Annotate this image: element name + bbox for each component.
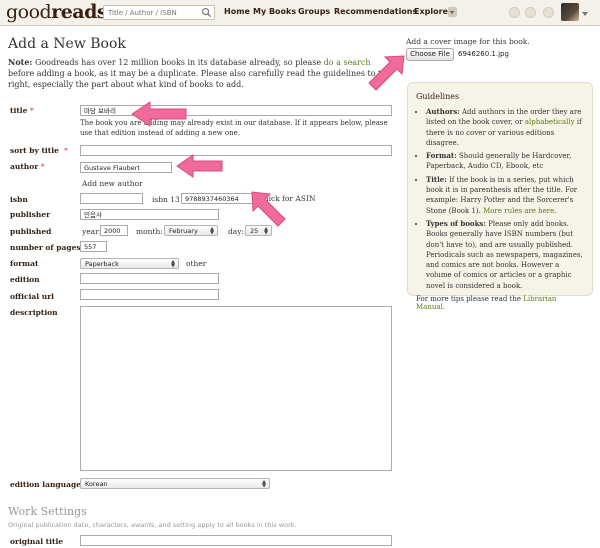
search-box[interactable] — [103, 5, 215, 20]
work-settings-heading: Work Settings — [8, 505, 87, 518]
edition-label: edition — [10, 275, 40, 284]
isbn-input[interactable] — [80, 193, 143, 204]
nav-recommendations[interactable]: Recommendations — [334, 7, 417, 16]
search-icon[interactable] — [201, 7, 212, 18]
guideline-types: Types of books: Please only add books. B… — [426, 219, 584, 291]
pink-arrow-annotation — [251, 191, 286, 227]
isbn-label: isbn — [10, 195, 28, 204]
publisher-label: publisher — [10, 210, 51, 219]
select-arrows-icon: ▲ ▼ — [264, 226, 268, 236]
goodreads-logo[interactable]: goodreads — [6, 1, 108, 23]
cover-image-label: Add a cover image for this book. — [406, 37, 530, 46]
pink-arrow-annotation — [131, 101, 187, 127]
month-select[interactable]: February ▲ ▼ — [164, 225, 218, 236]
guidelines-box: Guidelines Authors: Add authors in the o… — [407, 82, 593, 311]
official-url-input[interactable] — [80, 289, 219, 300]
edition-input[interactable] — [80, 273, 219, 284]
chevron-down-icon[interactable] — [582, 12, 588, 16]
avatar[interactable] — [561, 3, 579, 21]
select-arrows-icon: ▲ ▼ — [210, 226, 214, 236]
messages-icon[interactable] — [525, 7, 536, 18]
nav-explore[interactable]: Explore — [414, 7, 448, 16]
isbn13-label: isbn 13 — [152, 195, 180, 204]
edition-language-label: edition language — [10, 480, 81, 489]
guideline-title: Title: If the book is in a series, put w… — [426, 175, 584, 216]
nav-home[interactable]: Home — [224, 7, 250, 16]
more-rules-link[interactable]: More rules are here. — [483, 207, 556, 215]
add-new-author-link[interactable]: Add new author — [82, 179, 143, 188]
select-arrows-icon: ▲ ▼ — [262, 479, 266, 489]
notifications-icon[interactable] — [509, 7, 520, 18]
pink-arrow-annotation — [176, 154, 223, 178]
format-label: format — [10, 259, 39, 268]
published-label: published — [10, 227, 52, 236]
search-link[interactable]: do a search — [324, 58, 371, 67]
author-input[interactable]: Gustave Flaubert — [80, 162, 172, 173]
page-title: Add a New Book — [8, 36, 126, 52]
pink-arrow-annotation — [368, 55, 405, 91]
year-label: year: — [82, 227, 102, 236]
edition-language-select[interactable]: Korean ▲ ▼ — [80, 478, 270, 489]
year-input[interactable]: 2000 — [100, 225, 128, 236]
publisher-input[interactable]: 민음사 — [80, 209, 219, 220]
original-title-input[interactable] — [80, 535, 392, 546]
nav-groups[interactable]: Groups — [298, 7, 330, 16]
sort-by-title-label: sort by title * — [10, 146, 68, 155]
search-input[interactable] — [104, 6, 200, 19]
month-label: month: — [136, 227, 163, 236]
isbn13-input[interactable]: 9788937460364 — [181, 193, 256, 204]
librarian-tips: For more tips please read the Librarian … — [416, 295, 557, 312]
friends-icon[interactable] — [543, 7, 554, 18]
sort-by-title-input[interactable] — [80, 145, 392, 156]
format-select[interactable]: Paperback ▲ ▼ — [80, 258, 179, 269]
guideline-format: Format: Should generally be Hardcover, P… — [426, 151, 584, 172]
explore-dropdown-icon[interactable] — [448, 7, 457, 17]
pages-input[interactable]: 557 — [80, 241, 107, 252]
guidelines-heading: Guidelines — [416, 92, 460, 101]
top-navigation-bar: goodreads Home My Books Groups Recommend… — [0, 0, 600, 26]
alphabetically-link[interactable]: alphabetically — [525, 118, 575, 126]
work-settings-subtitle: Original publication date, characters, a… — [8, 521, 297, 529]
guideline-authors: Authors: Add authors in the order they a… — [426, 107, 584, 148]
day-label: day: — [228, 227, 245, 236]
title-label: title * — [10, 106, 34, 115]
select-arrows-icon: ▲ ▼ — [171, 259, 175, 269]
official-url-label: official url — [10, 292, 54, 301]
description-textarea[interactable] — [80, 306, 392, 471]
title-input[interactable]: 마담 보바리 — [80, 105, 392, 116]
original-title-label: original title — [10, 537, 64, 546]
title-help-text: The book you are adding may already exis… — [80, 119, 388, 137]
selected-file-name: 6946260.1.jpg — [458, 50, 509, 58]
other-format-link[interactable]: other — [186, 259, 206, 268]
nav-my-books[interactable]: My Books — [253, 7, 296, 16]
choose-file-button[interactable]: Choose File — [406, 48, 454, 61]
pages-label: number of pages — [10, 243, 81, 252]
description-label: description — [10, 308, 58, 317]
intro-note: Note: Goodreads has over 12 million book… — [8, 57, 392, 89]
author-label: author * — [10, 162, 45, 171]
